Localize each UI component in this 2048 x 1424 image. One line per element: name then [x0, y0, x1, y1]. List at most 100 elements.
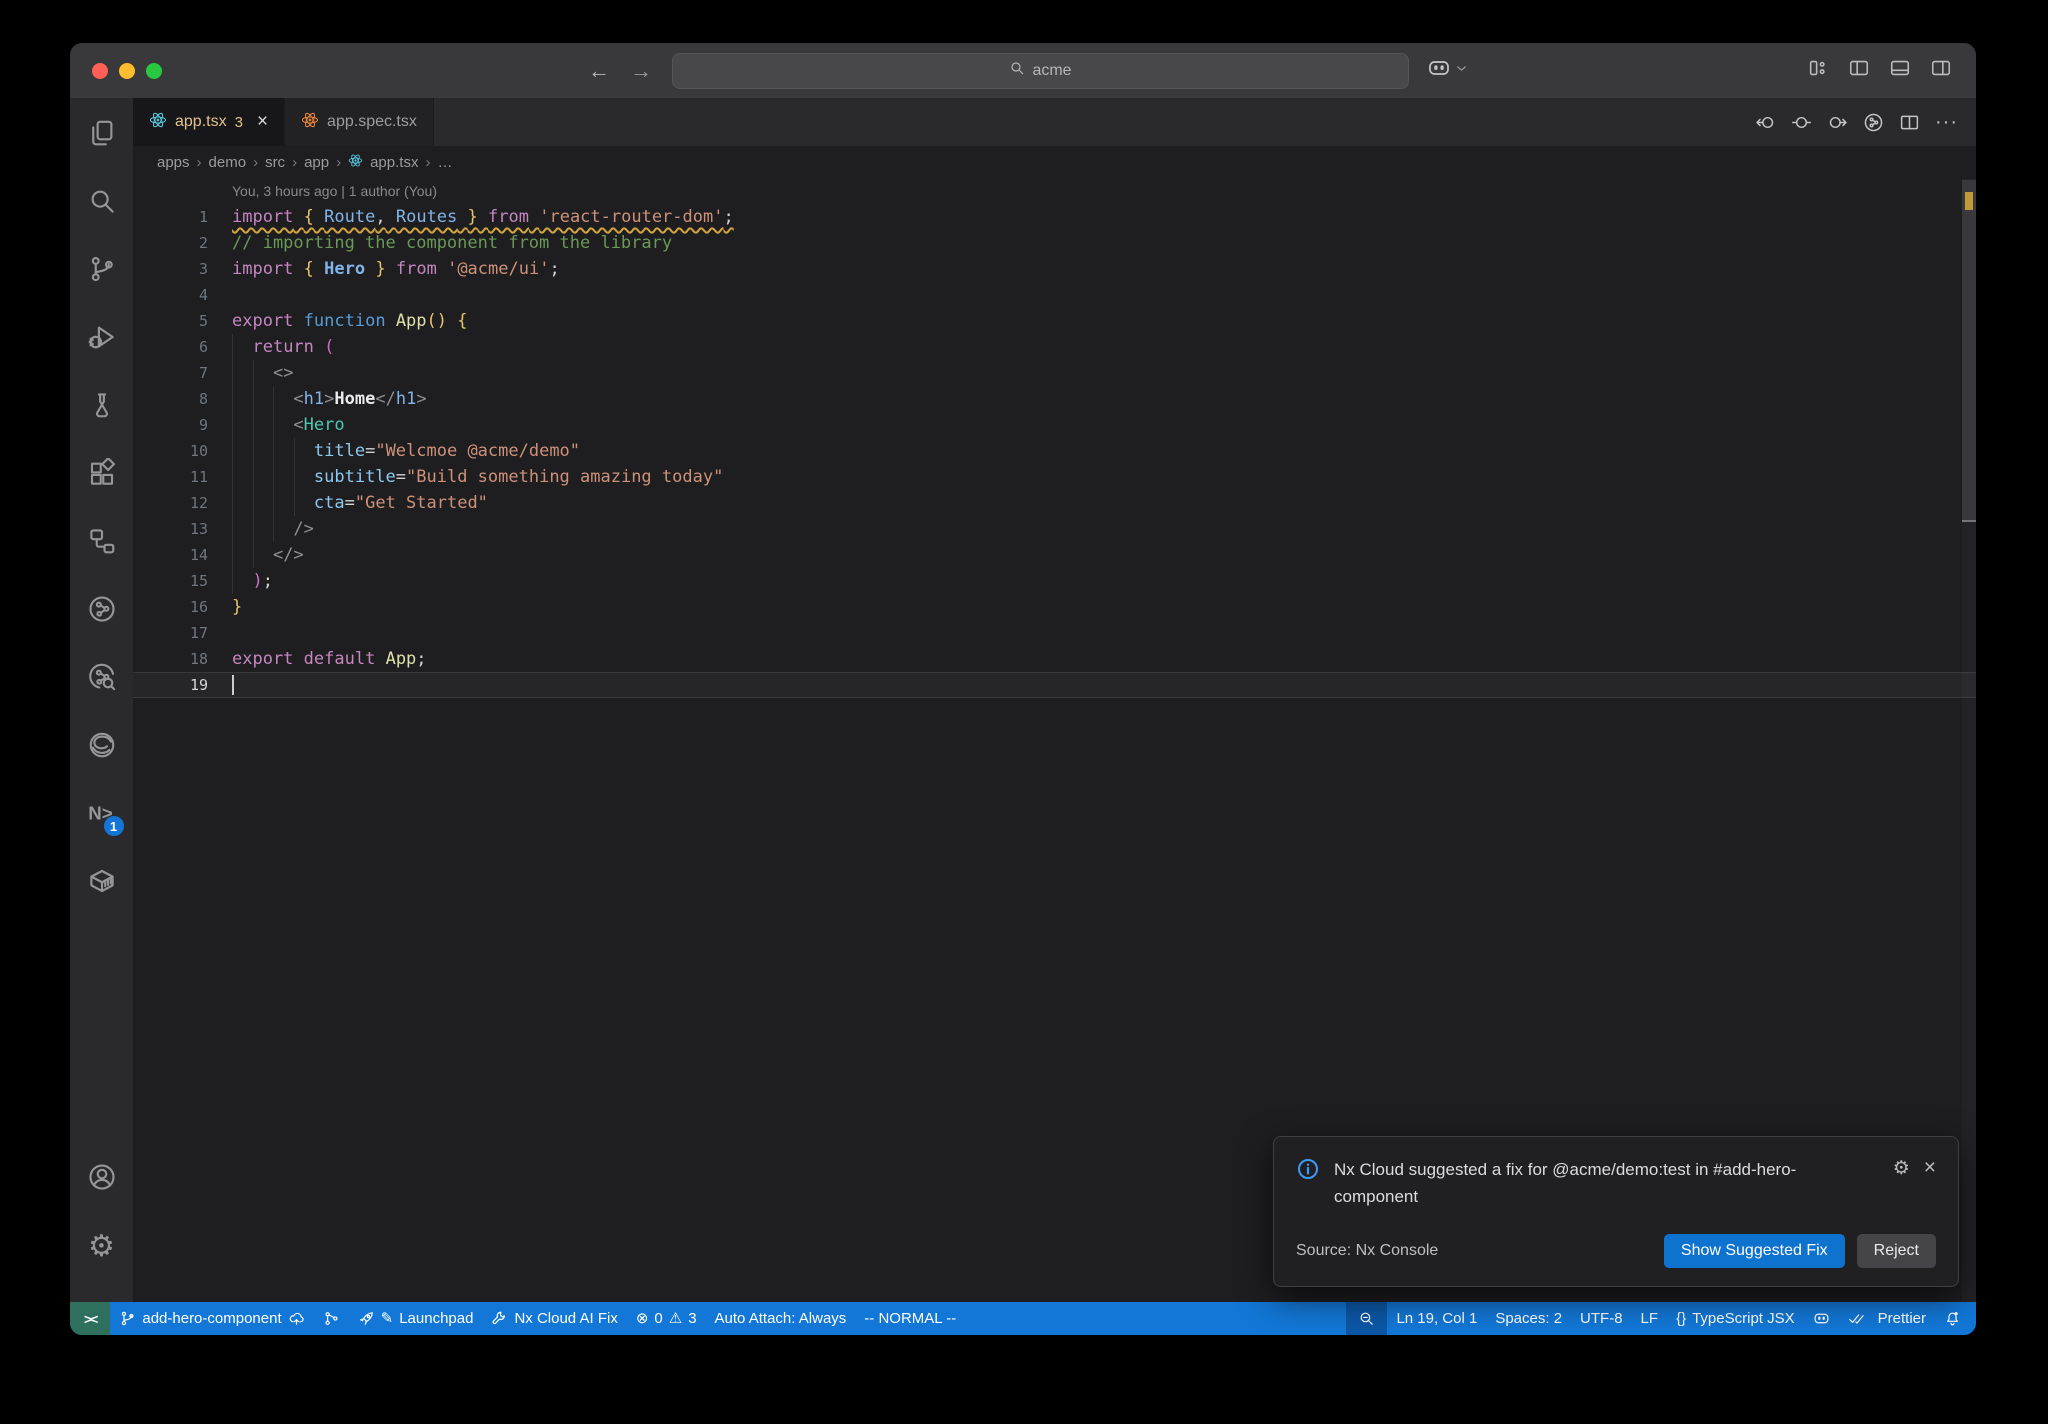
activitybar-item-run-debug[interactable] — [80, 316, 124, 362]
activitybar-item-edge-devtools[interactable] — [80, 724, 124, 770]
activitybar-item-settings[interactable]: ⚙ — [80, 1224, 124, 1270]
breadcrumb-more[interactable]: … — [437, 154, 453, 171]
code-line-17[interactable]: 17 — [133, 620, 1976, 646]
statusbar-label: LF — [1640, 1310, 1659, 1327]
activitybar-item-accounts[interactable] — [80, 1156, 124, 1202]
code-line-10[interactable]: 10 title="Welcmoe @acme/demo" — [133, 438, 1976, 464]
code-line-8[interactable]: 8 <h1>Home</h1> — [133, 386, 1976, 412]
activitybar-item-explorer[interactable] — [80, 112, 124, 158]
container-box-icon — [87, 866, 117, 901]
tab-app.spec.tsx[interactable]: app.spec.tsx — [285, 98, 434, 146]
nav-forward-icon[interactable] — [1827, 112, 1848, 133]
code-line-1[interactable]: 1 import { Route, Routes } from 'react-ro… — [133, 204, 1976, 230]
show-suggested-fix-button[interactable]: Show Suggested Fix — [1663, 1234, 1845, 1268]
statusbar-language-mode[interactable]: {} TypeScript JSX — [1667, 1302, 1804, 1335]
breadcrumb-separator: › — [336, 154, 342, 171]
indent-guide — [252, 438, 254, 464]
toggle-panel-icon[interactable] — [1889, 57, 1911, 84]
statusbar-zoom-out[interactable] — [1346, 1302, 1388, 1335]
breadcrumb-item-src[interactable]: src — [265, 154, 285, 171]
statusbar-remote-indicator[interactable]: >< — [70, 1302, 111, 1335]
activitybar-item-extensions[interactable] — [80, 452, 124, 498]
zoom-window-button[interactable] — [146, 62, 162, 79]
activitybar-item-containers[interactable] — [80, 860, 124, 906]
statusbar-problems[interactable]: ⊗ 0 ⚠ 3 — [627, 1302, 706, 1335]
code-line-18[interactable]: 18 export default App; — [133, 646, 1976, 672]
statusbar-nx-cloud-ai-fix[interactable]: Nx Cloud AI Fix — [482, 1302, 626, 1335]
code-line-2[interactable]: 2 // importing the component from the lib… — [133, 230, 1976, 256]
editor-scrollbar-track[interactable] — [1962, 179, 1976, 1302]
branch-icon — [119, 1310, 136, 1327]
toggle-sidebar-right-icon[interactable] — [1930, 57, 1952, 84]
statusbar-vim-mode[interactable]: -- NORMAL -- — [855, 1302, 965, 1335]
run-graph-icon[interactable] — [1863, 112, 1884, 133]
reject-button[interactable]: Reject — [1856, 1234, 1936, 1268]
history-back-icon[interactable]: ← — [588, 59, 610, 82]
split-editor-icon[interactable] — [1899, 112, 1920, 133]
statusbar-launchpad[interactable]: ✎ Launchpad — [349, 1302, 483, 1335]
statusbar-auto-attach[interactable]: Auto Attach: Always — [706, 1302, 856, 1335]
breadcrumb-file[interactable]: app.tsx — [370, 154, 418, 171]
minimize-window-button[interactable] — [119, 62, 135, 79]
statusbar-encoding[interactable]: UTF-8 — [1571, 1302, 1632, 1335]
code-line-9[interactable]: 9 <Hero — [133, 412, 1976, 438]
toggle-sidebar-left-icon[interactable] — [1848, 57, 1870, 84]
code-line-6[interactable]: 6 return ( — [133, 334, 1976, 360]
activitybar-item-references[interactable] — [80, 520, 124, 566]
code-line-7[interactable]: 7 <> — [133, 360, 1976, 386]
statusbar-git-branch[interactable]: add-hero-component — [110, 1302, 313, 1335]
notification-close-icon[interactable]: × — [1924, 1157, 1936, 1178]
code-editor[interactable]: You, 3 hours ago | 1 author (You) 1 impor… — [133, 179, 1976, 1302]
statusbar-prettier[interactable]: Prettier — [1839, 1302, 1935, 1335]
code-line-4[interactable]: 4 — [133, 282, 1976, 308]
breadcrumb-item-app[interactable]: app — [304, 154, 329, 171]
editor-scrollbar-slider[interactable] — [1962, 180, 1976, 522]
statusbar-cursor-position[interactable]: Ln 19, Col 1 — [1387, 1302, 1486, 1335]
statusbar-indentation[interactable]: Spaces: 2 — [1486, 1302, 1571, 1335]
statusbar-label: -- NORMAL -- — [864, 1310, 957, 1327]
nav-back-icon[interactable] — [1755, 112, 1776, 133]
breadcrumb[interactable]: apps › demo › src › app › app.tsx ›… — [133, 146, 1976, 179]
breadcrumb-separator: › — [196, 154, 202, 171]
activitybar-item-search[interactable] — [80, 180, 124, 226]
warning-icon: ⚠ — [668, 1310, 683, 1327]
tab-close-icon[interactable]: × — [257, 111, 268, 133]
indent-guide — [232, 490, 233, 516]
code-line-19[interactable]: 19 — [133, 672, 1976, 698]
more-actions-icon[interactable]: ··· — [1935, 111, 1958, 134]
command-center-search[interactable]: acme — [672, 52, 1409, 89]
activitybar-item-nx-console[interactable]: N> 1 — [80, 792, 124, 838]
code-line-13[interactable]: 13 /> — [133, 516, 1976, 542]
code-line-5[interactable]: 5 export function App() { — [133, 308, 1976, 334]
code-line-15[interactable]: 15 ); — [133, 568, 1976, 594]
tab-app.tsx[interactable]: app.tsx 3 × — [133, 98, 286, 146]
code-line-11[interactable]: 11 subtitle="Build something amazing tod… — [133, 464, 1976, 490]
activitybar-item-nx-project-graph[interactable] — [80, 588, 124, 634]
nav-location-icon[interactable] — [1791, 112, 1812, 133]
indent-guide — [273, 490, 274, 516]
statusbar-source-control-graph[interactable] — [314, 1302, 349, 1335]
notification-settings-gear-icon[interactable]: ⚙ — [1893, 1159, 1910, 1178]
customize-layout-icon[interactable] — [1807, 57, 1829, 84]
history-forward-icon[interactable]: → — [630, 59, 652, 82]
close-window-button[interactable] — [92, 62, 108, 79]
statusbar-eol[interactable]: LF — [1632, 1302, 1668, 1335]
line-number: 7 — [198, 364, 208, 382]
indent-guide — [252, 412, 254, 438]
code-line-14[interactable]: 14 </> — [133, 542, 1976, 568]
code-line-12[interactable]: 12 cta="Get Started" — [133, 490, 1976, 516]
activitybar-item-nx-graph-search[interactable] — [80, 656, 124, 702]
line-content: <Hero — [232, 412, 1976, 438]
breadcrumb-item-apps[interactable]: apps — [157, 154, 190, 171]
statusbar-notifications-bell[interactable] — [1935, 1302, 1970, 1335]
search-icon — [87, 186, 117, 221]
activitybar-item-testing[interactable] — [80, 384, 124, 430]
copilot-menu[interactable] — [1427, 56, 1468, 85]
code-line-3[interactable]: 3 import { Hero } from '@acme/ui'; — [133, 256, 1976, 282]
activitybar-item-source-control[interactable] — [80, 248, 124, 294]
code-line-16[interactable]: 16} — [133, 594, 1976, 620]
breadcrumb-item-demo[interactable]: demo — [209, 154, 247, 171]
statusbar-copilot[interactable] — [1804, 1302, 1839, 1335]
indent-guide — [273, 412, 274, 438]
line-content: } — [232, 597, 243, 617]
